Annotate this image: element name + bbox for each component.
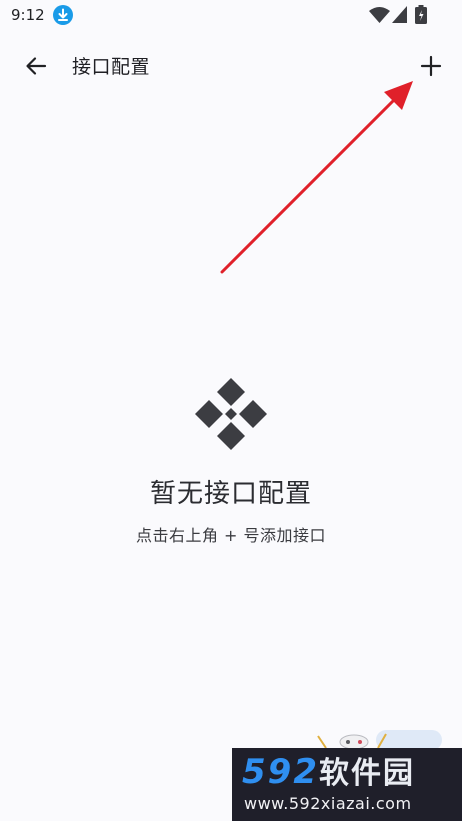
watermark-logo-text: 软件园 [318, 756, 415, 791]
watermark: 592软件园 www.592xiazai.com [232, 748, 462, 821]
watermark-url: www.592xiazai.com [244, 794, 412, 813]
page-title: 接口配置 [72, 56, 151, 78]
mascot-decoration [317, 730, 442, 750]
annotation-arrow [220, 81, 413, 274]
download-icon [53, 5, 73, 25]
wifi-icon [369, 7, 390, 23]
app-bar: 接口配置 [0, 34, 462, 100]
watermark-logo: 592软件园 [242, 752, 415, 794]
empty-state-title: 暂无接口配置 [149, 479, 312, 509]
arrow-left-icon [26, 57, 47, 75]
watermark-logo-digits: 592 [242, 752, 319, 792]
status-time: 9:12 [11, 6, 45, 24]
add-button[interactable] [411, 46, 451, 86]
plus-icon [420, 55, 442, 77]
status-bar: 9:12 [0, 0, 462, 34]
signal-icon [392, 6, 407, 23]
back-button[interactable] [16, 46, 56, 86]
diamond-grid-icon [195, 378, 267, 450]
battery-icon [415, 5, 427, 24]
empty-state-hint: 点击右上角 + 号添加接口 [135, 526, 327, 545]
